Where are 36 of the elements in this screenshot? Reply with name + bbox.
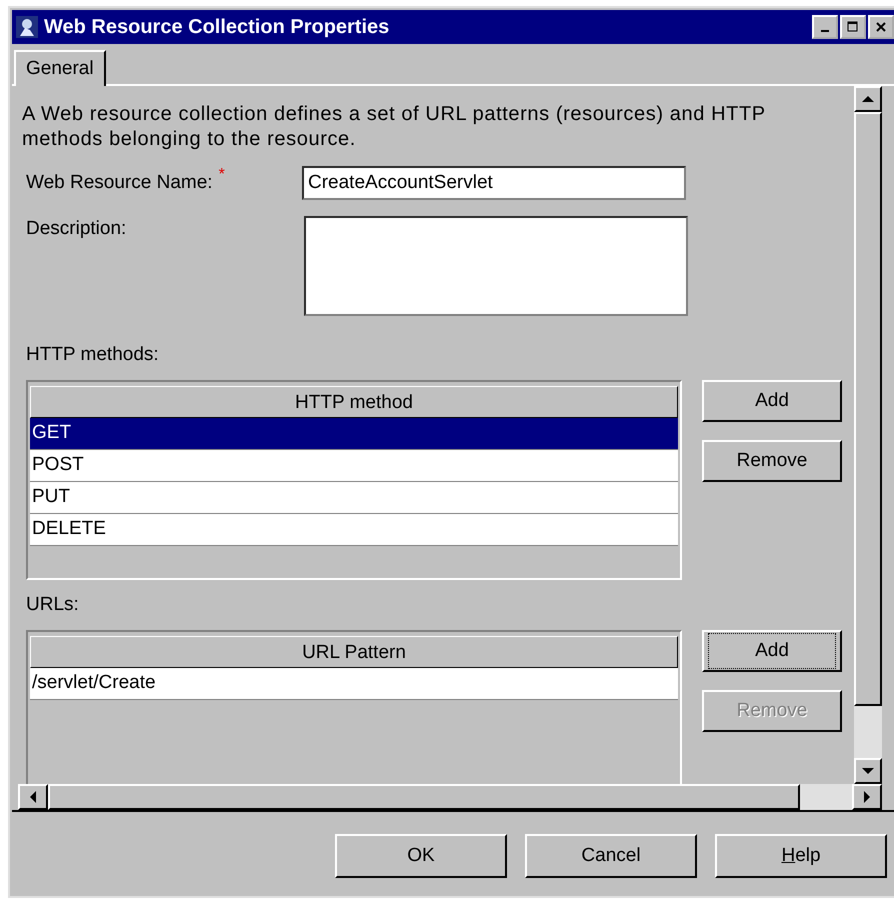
dialog-button[interactable]: Help (715, 834, 887, 878)
table-row[interactable]: /servlet/Create (30, 668, 678, 700)
input-field[interactable]: CreateAccountServlet (302, 166, 686, 200)
column-header[interactable]: URL Pattern (30, 636, 678, 668)
down-arrow-icon (862, 767, 874, 775)
left-arrow-icon (29, 791, 37, 803)
text-area[interactable] (304, 216, 688, 316)
description-text: A Web resource collection defines a set of URL patterns (resources) and HTTP methods belonging to the resource. (22, 102, 766, 152)
field-label: Web Resource Name: (26, 171, 213, 194)
section-label: HTTP methods: (26, 344, 160, 366)
vertical-scrollbar[interactable] (854, 86, 882, 784)
dialog-button[interactable]: Cancel (525, 834, 697, 878)
side-button[interactable]: Add (702, 630, 842, 672)
side-button[interactable]: Remove (702, 440, 842, 482)
required-mark: * (218, 166, 225, 184)
column-header[interactable]: HTTP method (30, 386, 678, 418)
dialog-button[interactable]: OK (335, 834, 507, 878)
maximize-icon (847, 21, 859, 33)
minimize-icon (821, 30, 829, 32)
table-row[interactable]: GET (30, 418, 678, 450)
close-icon (875, 21, 887, 33)
section-label: URLs: (26, 594, 80, 616)
up-arrow-icon (862, 95, 874, 103)
maximize-button[interactable] (840, 15, 866, 39)
side-button[interactable]: Add (702, 380, 842, 422)
close-button[interactable] (868, 15, 894, 39)
table-row[interactable]: POST (30, 450, 678, 482)
horizontal-scrollbar[interactable] (18, 784, 882, 810)
right-arrow-icon (863, 791, 871, 803)
window-title: Web Resource Collection Properties (44, 16, 390, 38)
tab[interactable]: General (14, 50, 106, 86)
minimize-button[interactable] (812, 15, 838, 39)
table-row[interactable]: PUT (30, 482, 678, 514)
app-icon (16, 16, 38, 38)
table-row[interactable]: DELETE (30, 514, 678, 546)
field-label: Description: (26, 217, 126, 240)
